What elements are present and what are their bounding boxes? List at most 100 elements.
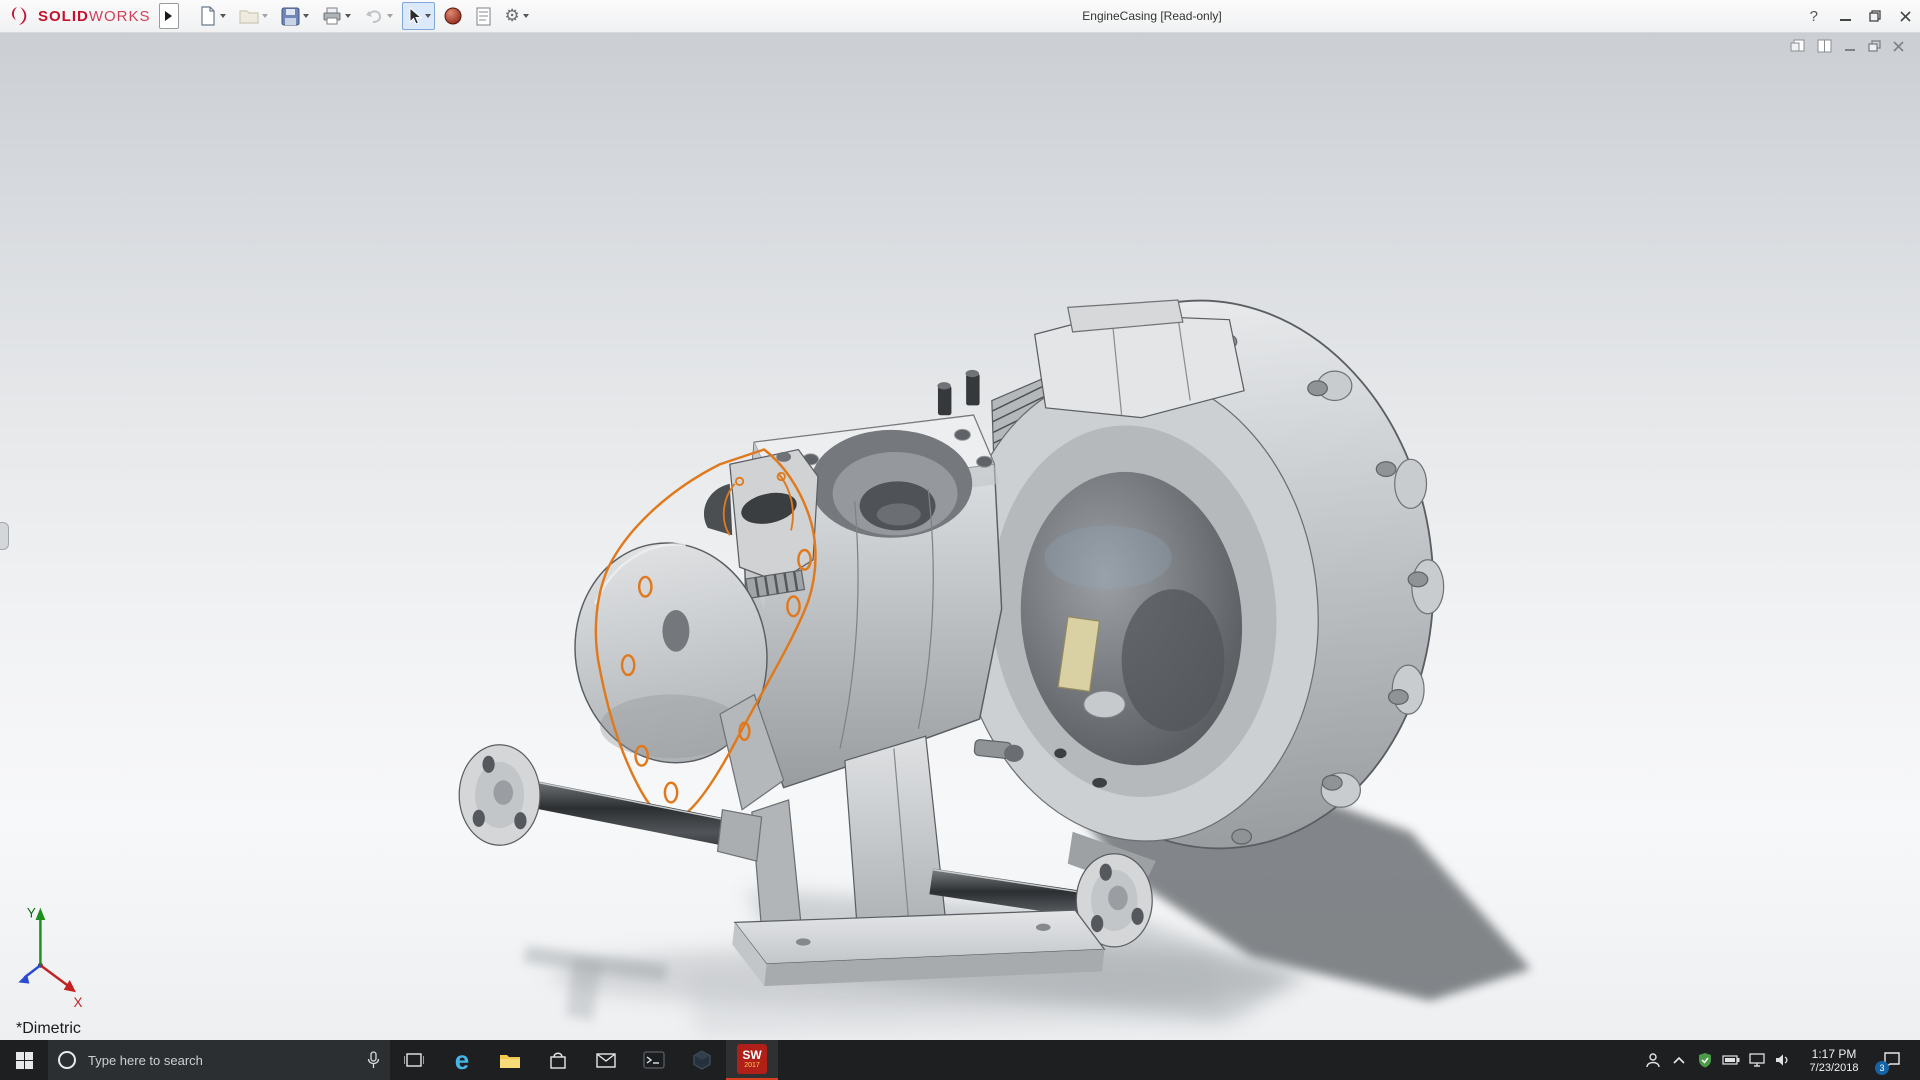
doc-close-button[interactable] xyxy=(1893,41,1904,52)
ds-logo-icon xyxy=(8,5,34,27)
properties-button[interactable] xyxy=(471,2,496,30)
minimize-button[interactable] xyxy=(1830,0,1860,32)
solidworks-window: SOLIDWORKS xyxy=(0,0,1920,1080)
panel-collapse-handle[interactable] xyxy=(0,522,9,550)
windows-logo-icon xyxy=(16,1052,33,1069)
housing-body[interactable] xyxy=(932,278,1461,890)
store-button[interactable] xyxy=(534,1040,582,1080)
maximize-button[interactable] xyxy=(1860,0,1890,32)
solidworks-app-icon: SW 2017 xyxy=(737,1044,767,1074)
window-title: EngineCasing [Read-only] xyxy=(1082,9,1221,23)
doc-tile-icon xyxy=(1817,39,1832,53)
x-axis-label: X xyxy=(73,995,82,1010)
dropdown-caret-icon xyxy=(303,14,309,18)
doc-restore-button[interactable] xyxy=(1868,40,1881,52)
people-icon xyxy=(1645,1052,1661,1068)
action-center-button[interactable]: 3 xyxy=(1872,1040,1912,1080)
menu-flyout-button[interactable] xyxy=(159,3,179,29)
defender-button[interactable] xyxy=(1692,1040,1718,1080)
people-button[interactable] xyxy=(1640,1040,1666,1080)
print-icon xyxy=(322,7,342,25)
orientation-triad: Y X xyxy=(18,905,82,1009)
clock-time: 1:17 PM xyxy=(1800,1047,1868,1061)
volume-button[interactable] xyxy=(1770,1040,1796,1080)
taskbar: Type here to search e xyxy=(0,1040,1920,1080)
doc-restore-icon xyxy=(1868,40,1881,52)
doc-cascade-icon xyxy=(1790,39,1805,53)
new-document-button[interactable] xyxy=(195,2,230,30)
network-icon xyxy=(1749,1053,1765,1067)
notification-badge: 3 xyxy=(1875,1061,1889,1075)
quick-access-toolbar: ⚙ xyxy=(195,2,533,30)
cortana-icon xyxy=(58,1051,76,1069)
taskbar-clock[interactable]: 1:17 PM 7/23/2018 xyxy=(1796,1047,1872,1074)
doc-cascade-button[interactable] xyxy=(1790,39,1805,53)
options-button[interactable]: ⚙ xyxy=(501,2,533,30)
file-explorer-icon xyxy=(499,1052,521,1069)
select-button[interactable] xyxy=(402,2,435,30)
dropdown-caret-icon xyxy=(220,14,226,18)
view-orientation-label: *Dimetric xyxy=(16,1020,81,1038)
graphics-area[interactable]: Y X xyxy=(0,33,1920,1040)
dropdown-caret-icon xyxy=(345,14,351,18)
chevron-up-icon xyxy=(1673,1056,1685,1064)
engine-casing-model[interactable]: Y X xyxy=(0,33,1920,1040)
doc-close-icon xyxy=(1893,41,1904,52)
doc-minimize-icon xyxy=(1844,40,1856,52)
minimize-icon xyxy=(1840,11,1851,22)
volume-icon xyxy=(1775,1053,1791,1067)
battery-button[interactable] xyxy=(1718,1040,1744,1080)
new-document-icon xyxy=(199,6,217,26)
store-icon xyxy=(549,1051,567,1069)
close-button[interactable] xyxy=(1890,0,1920,32)
task-view-icon xyxy=(404,1052,424,1068)
tray-overflow-button[interactable] xyxy=(1666,1040,1692,1080)
undo-button[interactable] xyxy=(360,2,397,30)
save-icon xyxy=(281,7,300,26)
edrawings-button[interactable] xyxy=(678,1040,726,1080)
dropdown-caret-icon xyxy=(262,14,268,18)
system-tray: 1:17 PM 7/23/2018 3 xyxy=(1640,1040,1920,1080)
select-cursor-icon xyxy=(406,7,422,26)
network-button[interactable] xyxy=(1744,1040,1770,1080)
terminal-icon xyxy=(643,1051,665,1069)
search-placeholder: Type here to search xyxy=(88,1053,367,1068)
logo-text: SOLIDWORKS xyxy=(38,8,151,25)
appearance-sphere-icon xyxy=(444,7,462,25)
save-button[interactable] xyxy=(277,2,313,30)
print-button[interactable] xyxy=(318,2,355,30)
y-axis-label: Y xyxy=(27,905,36,920)
dropdown-caret-icon xyxy=(387,14,393,18)
solidworks-taskbar-button[interactable]: SW 2017 xyxy=(726,1040,778,1080)
undo-icon xyxy=(364,7,384,25)
edrawings-icon xyxy=(692,1050,712,1070)
solidworks-logo: SOLIDWORKS xyxy=(8,5,151,27)
window-controls: ? xyxy=(1798,0,1920,32)
clock-date: 7/23/2018 xyxy=(1800,1062,1868,1074)
close-icon xyxy=(1900,11,1911,22)
terminal-button[interactable] xyxy=(630,1040,678,1080)
restore-icon xyxy=(1869,10,1881,22)
defender-shield-icon xyxy=(1698,1052,1712,1068)
flyout-arrow-icon xyxy=(165,11,172,21)
task-view-button[interactable] xyxy=(390,1040,438,1080)
doc-tile-button[interactable] xyxy=(1817,39,1832,53)
edge-icon: e xyxy=(455,1047,469,1073)
dropdown-caret-icon xyxy=(425,14,431,18)
properties-sheet-icon xyxy=(475,7,492,26)
taskbar-search[interactable]: Type here to search xyxy=(48,1040,390,1080)
gear-icon: ⚙ xyxy=(505,6,520,26)
mail-button[interactable] xyxy=(582,1040,630,1080)
dropdown-caret-icon xyxy=(523,14,529,18)
microphone-icon xyxy=(367,1051,380,1069)
open-button[interactable] xyxy=(235,2,272,30)
document-window-controls xyxy=(1790,39,1904,53)
doc-minimize-button[interactable] xyxy=(1844,40,1856,52)
battery-icon xyxy=(1722,1055,1740,1065)
open-folder-icon xyxy=(239,7,259,25)
help-button[interactable]: ? xyxy=(1798,8,1830,25)
start-button[interactable] xyxy=(0,1040,48,1080)
edge-button[interactable]: e xyxy=(438,1040,486,1080)
file-explorer-button[interactable] xyxy=(486,1040,534,1080)
appearance-button[interactable] xyxy=(440,2,466,30)
